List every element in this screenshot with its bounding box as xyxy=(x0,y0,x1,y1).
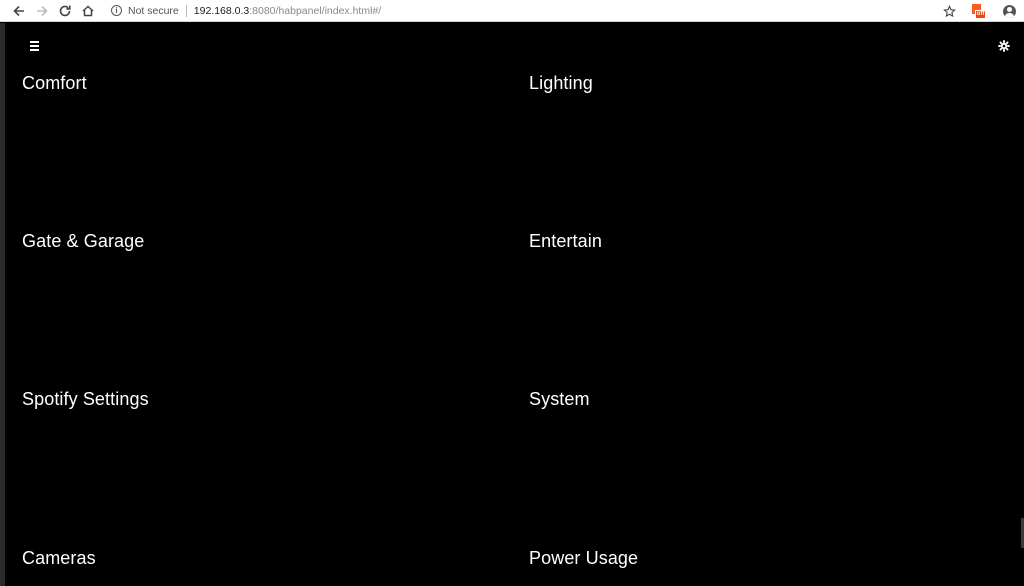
address-bar[interactable]: 192.168.0.3:8080/habpanel/index.html#/ xyxy=(194,5,381,17)
url-path: :8080/habpanel/index.html#/ xyxy=(249,4,382,17)
reload-icon[interactable] xyxy=(53,0,76,22)
dashboard-tile-label: Comfort xyxy=(22,73,87,93)
extension-icon[interactable]: off xyxy=(964,0,994,22)
dashboard-tile-label: System xyxy=(529,389,590,409)
star-icon[interactable] xyxy=(934,0,964,22)
hamburger-menu-icon[interactable] xyxy=(28,39,42,53)
account-icon xyxy=(1002,4,1016,18)
dashboard-tile-system[interactable]: System xyxy=(529,389,1019,539)
dashboard-tile-entertain[interactable]: Entertain xyxy=(529,231,1019,381)
divider xyxy=(185,4,187,17)
arrow-left-icon[interactable] xyxy=(7,0,30,22)
home-icon[interactable] xyxy=(76,0,99,22)
browser-actions: off xyxy=(934,0,1024,22)
dashboard-tile-label: Lighting xyxy=(529,73,593,93)
dashboard-tile-label: Gate & Garage xyxy=(22,231,145,251)
url-host: 192.168.0.3 xyxy=(193,4,250,17)
browser-toolbar: i Not secure 192.168.0.3:8080/habpanel/i… xyxy=(0,0,1024,22)
dashboard-tile-cameras[interactable]: Cameras xyxy=(22,548,512,586)
security-label: Not secure xyxy=(128,4,179,17)
site-info[interactable]: i Not secure xyxy=(111,5,179,17)
gear-icon[interactable] xyxy=(997,39,1011,53)
dashboard-tile-label: Power Usage xyxy=(529,548,639,568)
dashboard-tile-lighting[interactable]: Lighting xyxy=(529,73,1019,223)
account-button[interactable] xyxy=(994,0,1024,22)
dashboard-tile-power-usage[interactable]: Power Usage xyxy=(529,548,1019,586)
dashboard-tile-label: Entertain xyxy=(529,231,602,251)
dashboard-tile-label: Spotify Settings xyxy=(22,389,149,409)
dashboard-tile-comfort[interactable]: Comfort xyxy=(22,73,512,223)
dashboard-tile-label: Cameras xyxy=(22,548,96,568)
dashboard-panel: Comfort Lighting Gate & Garage Entertain… xyxy=(5,23,1024,586)
extension-badge: off xyxy=(975,9,986,19)
dashboard-tile-spotify-settings[interactable]: Spotify Settings xyxy=(22,389,512,539)
info-icon: i xyxy=(111,5,122,16)
dashboard-tile-gate-garage[interactable]: Gate & Garage xyxy=(22,231,512,381)
arrow-right-icon[interactable] xyxy=(30,0,53,22)
